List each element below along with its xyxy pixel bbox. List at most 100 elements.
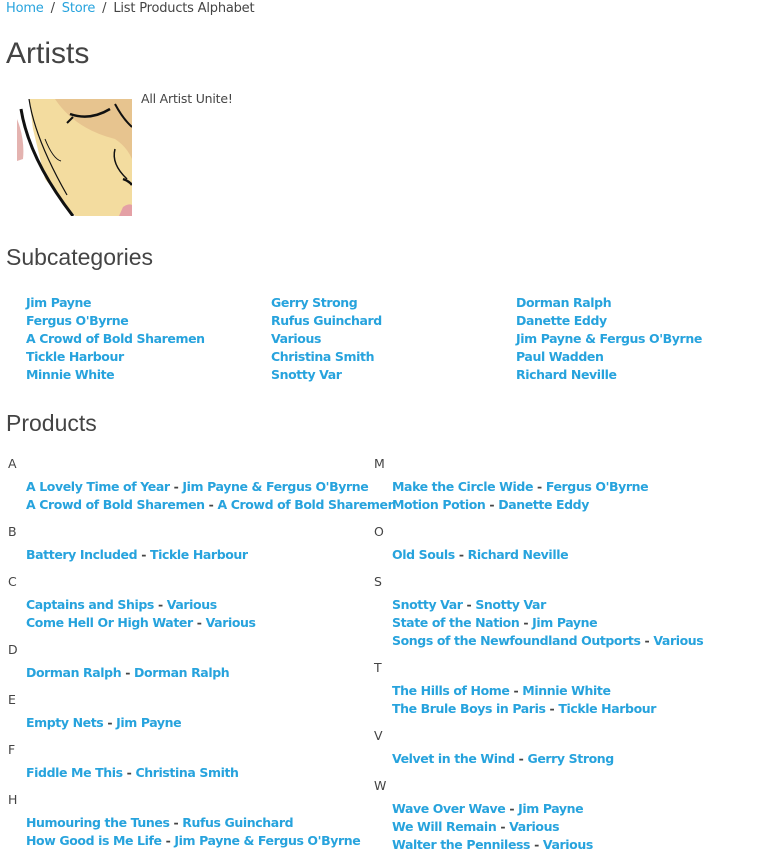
product-list-item: We Will Remain - Various [392, 818, 703, 836]
product-title-link[interactable]: Old Souls [392, 547, 455, 562]
product-list-item: Come Hell Or High Water - Various [26, 614, 396, 632]
subcategory-link[interactable]: Jim Payne [26, 295, 92, 310]
product-list-item: A Lovely Time of Year - Jim Payne & Fergus… [26, 478, 396, 496]
product-title-link[interactable]: The Brule Boys in Paris [392, 701, 546, 716]
product-artist-link[interactable]: Richard Neville [468, 547, 569, 562]
product-artist-link[interactable]: Various [206, 615, 256, 630]
separator-dash: - [509, 801, 515, 816]
product-artist-link[interactable]: Jim Payne & Fergus O'Byrne [174, 833, 360, 848]
separator-dash: - [107, 715, 113, 730]
product-title-link[interactable]: Come Hell Or High Water [26, 615, 193, 630]
product-list-item: Songs of the Newfoundland Outports - Vario… [392, 632, 704, 650]
product-artist-link[interactable]: A Crowd of Bold Sharemen [217, 497, 396, 512]
product-artist-link[interactable]: Tickle Harbour [558, 701, 656, 716]
subcategory-link[interactable]: Various [271, 331, 321, 346]
separator-dash: - [208, 497, 214, 512]
subcategory-link[interactable]: Fergus O'Byrne [26, 313, 129, 328]
product-title-link[interactable]: We Will Remain [392, 819, 497, 834]
separator-dash: - [458, 547, 464, 562]
product-artist-link[interactable]: Rufus Guinchard [182, 815, 293, 830]
product-title-link[interactable]: Songs of the Newfoundland Outports [392, 633, 641, 648]
product-title-link[interactable]: Battery Included [26, 547, 138, 562]
product-list: Old Souls - Richard Neville [392, 546, 703, 564]
subcategory-link[interactable]: Paul Wadden [516, 349, 604, 364]
product-list-item: Walter the Penniless - Various [392, 836, 703, 854]
product-title-link[interactable]: Wave Over Wave [392, 801, 506, 816]
subcategory-link[interactable]: Snotty Var [271, 367, 342, 382]
subcategory-link[interactable]: Gerry Strong [271, 295, 358, 310]
product-title-link[interactable]: Captains and Ships [26, 597, 154, 612]
product-list: Make the Circle Wide - Fergus O'Byrne Motio… [392, 478, 703, 514]
product-artist-link[interactable]: Various [653, 633, 703, 648]
product-title-link[interactable]: A Crowd of Bold Sharemen [26, 497, 205, 512]
separator-dash: - [549, 701, 555, 716]
product-list: Empty Nets - Jim Payne [26, 714, 396, 732]
product-list-item: Empty Nets - Jim Payne [26, 714, 396, 732]
separator-dash: - [165, 833, 171, 848]
product-title-link[interactable]: Snotty Var [392, 597, 463, 612]
product-list-item: Snotty Var - Snotty Var [392, 596, 703, 614]
product-list-item: The Hills of Home - Minnie White [392, 682, 703, 700]
product-list: Dorman Ralph - Dorman Ralph [26, 664, 396, 682]
product-title-link[interactable]: Dorman Ralph [26, 665, 122, 680]
subcategory-link[interactable]: Rufus Guinchard [271, 313, 382, 328]
product-list-item: Motion Potion - Danette Eddy [392, 496, 703, 514]
product-artist-link[interactable]: Various [543, 837, 593, 852]
product-artist-link[interactable]: Jim Payne [116, 715, 182, 730]
product-list: Fiddle Me This - Christina Smith [26, 764, 396, 782]
subcategory-link[interactable]: Tickle Harbour [26, 349, 124, 364]
product-list: A Lovely Time of Year - Jim Payne & Fergus… [26, 478, 397, 514]
product-artist-link[interactable]: Snotty Var [475, 597, 546, 612]
product-title-link[interactable]: Walter the Penniless [392, 837, 531, 852]
products-column-right: M Make the Circle Wide - Fergus O'Byrne Moti… [372, 455, 704, 863]
subcategory-link[interactable]: Dorman Ralph [516, 295, 612, 310]
product-artist-link[interactable]: Christina Smith [135, 765, 239, 780]
product-artist-link[interactable]: Minnie White [522, 683, 611, 698]
product-title-link[interactable]: Motion Potion [392, 497, 486, 512]
page-title: Artists [6, 37, 90, 70]
product-list-item: How Good is Me Life - Jim Payne & Fergus O… [26, 832, 396, 850]
subcategory-link[interactable]: Richard Neville [516, 367, 617, 382]
product-title-link[interactable]: Humouring the Tunes [26, 815, 170, 830]
product-list: Captains and Ships - Various Come Hell Or H… [26, 596, 396, 632]
product-artist-link[interactable]: Jim Payne [532, 615, 598, 630]
product-artist-link[interactable]: Fergus O'Byrne [546, 479, 649, 494]
letter-heading: S [374, 574, 382, 589]
letter-heading: M [374, 456, 385, 471]
subcategory-link[interactable]: Christina Smith [271, 349, 375, 364]
product-title-link[interactable]: Velvet in the Wind [392, 751, 515, 766]
separator-dash: - [523, 615, 529, 630]
product-title-link[interactable]: State of the Nation [392, 615, 520, 630]
breadcrumb-home-link[interactable]: Home [6, 1, 44, 16]
product-artist-link[interactable]: Dorman Ralph [134, 665, 230, 680]
letter-heading: E [8, 692, 16, 707]
subcategory-link[interactable]: A Crowd of Bold Sharemen [26, 331, 205, 346]
product-list-item: Captains and Ships - Various [26, 596, 396, 614]
subcategories-column: Dorman Ralph Danette Eddy Jim Payne & Fe… [516, 294, 702, 384]
breadcrumb: Home / Store / List Products Alphabet [6, 0, 255, 18]
breadcrumb-store-link[interactable]: Store [62, 1, 96, 16]
subcategory-link[interactable]: Jim Payne & Fergus O'Byrne [516, 331, 702, 346]
separator-dash: - [466, 597, 472, 612]
product-title-link[interactable]: How Good is Me Life [26, 833, 162, 848]
separator-dash: - [489, 497, 495, 512]
product-artist-link[interactable]: Jim Payne & Fergus O'Byrne [182, 479, 368, 494]
product-artist-link[interactable]: Tickle Harbour [150, 547, 248, 562]
product-title-link[interactable]: Fiddle Me This [26, 765, 123, 780]
product-artist-link[interactable]: Various [509, 819, 559, 834]
subcategory-link[interactable]: Danette Eddy [516, 313, 607, 328]
product-artist-link[interactable]: Danette Eddy [498, 497, 589, 512]
separator-dash: - [534, 837, 539, 852]
breadcrumb-separator: / [102, 1, 107, 16]
product-artist-link[interactable]: Various [167, 597, 217, 612]
product-list: Velvet in the Wind - Gerry Strong [392, 750, 703, 768]
product-list-item: A Crowd of Bold Sharemen - A Crowd of Bold… [26, 496, 397, 514]
product-artist-link[interactable]: Gerry Strong [527, 751, 614, 766]
product-title-link[interactable]: Empty Nets [26, 715, 104, 730]
subcategory-link[interactable]: Minnie White [26, 367, 115, 382]
product-title-link[interactable]: A Lovely Time of Year [26, 479, 170, 494]
product-title-link[interactable]: The Hills of Home [392, 683, 510, 698]
product-list-item: Humouring the Tunes - Rufus Guinchard [26, 814, 396, 832]
product-title-link[interactable]: Make the Circle Wide [392, 479, 533, 494]
product-artist-link[interactable]: Jim Payne [518, 801, 584, 816]
